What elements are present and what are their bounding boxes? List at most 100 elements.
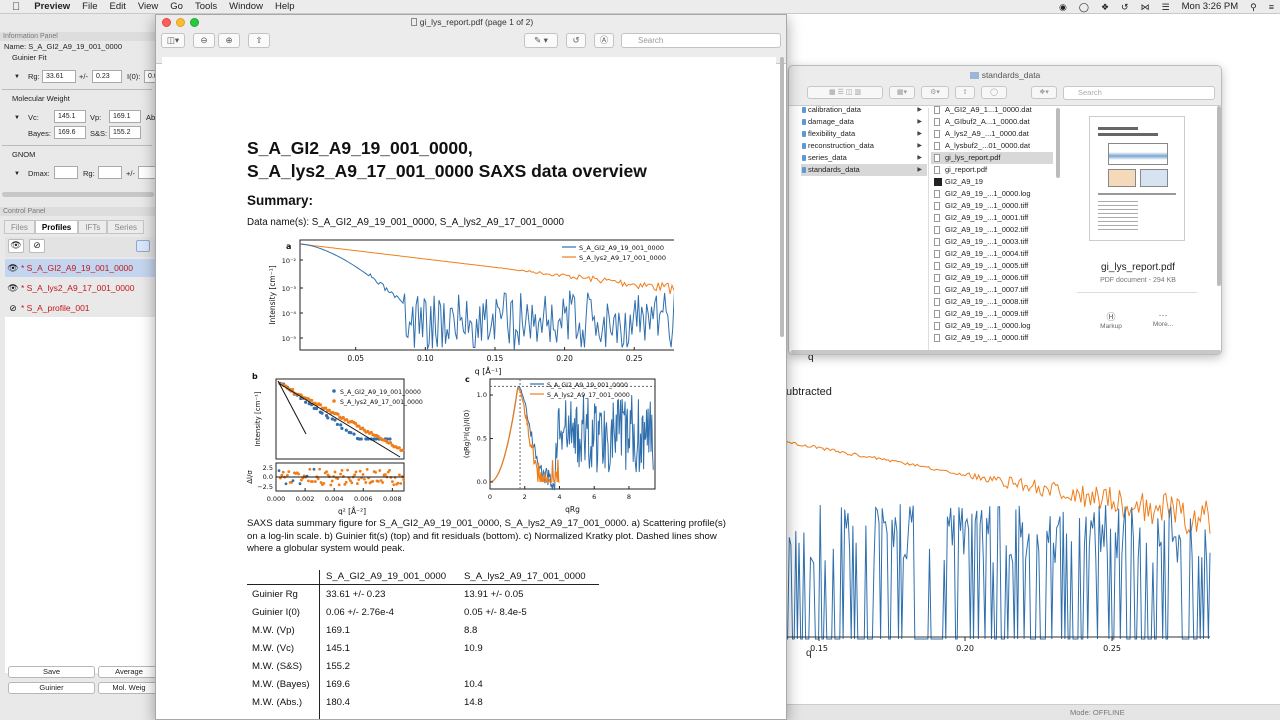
markup-button[interactable]: Ⓗ Markup: [1091, 310, 1131, 330]
menu-app-name[interactable]: Preview: [28, 0, 76, 14]
background-intensity-plot[interactable]: 0.15 0.20 0.25: [786, 424, 1280, 684]
preview-scrollbar[interactable]: [780, 57, 784, 337]
select-all-icon[interactable]: [136, 240, 150, 252]
sync-status-icon[interactable]: ◯: [1073, 0, 1095, 14]
markup-pen-icon[interactable]: ✎ ▾: [524, 33, 558, 48]
spotlight-icon[interactable]: ⚲: [1244, 0, 1263, 14]
finder-file-item[interactable]: GI2_A9_19_...1_0007.tiff: [931, 284, 1053, 296]
profile-item[interactable]: ⊘ * S_A_profile_001: [5, 299, 156, 317]
mol-weight-button[interactable]: Mol. Weig: [98, 682, 156, 694]
tab-files[interactable]: Files: [4, 220, 35, 234]
mw-collapse-icon[interactable]: ▼: [14, 115, 20, 121]
gnom-collapse-icon[interactable]: ▼: [14, 171, 20, 177]
menu-file[interactable]: File: [76, 0, 103, 14]
more-button[interactable]: ⋯ More...: [1143, 310, 1183, 328]
finder-folder-item[interactable]: reconstruction_data ▶: [801, 140, 927, 152]
guinier-collapse-icon[interactable]: ▼: [14, 74, 20, 80]
apple-menu-icon[interactable]: : [0, 0, 28, 14]
finder-file-item[interactable]: GI2_A9_19: [931, 176, 1053, 188]
hidden-eye-icon[interactable]: ⊘: [5, 303, 21, 314]
finder-file-item[interactable]: GI2_A9_19_...1_0003.tiff: [931, 236, 1053, 248]
zoom-in-icon[interactable]: ⊕: [218, 33, 240, 48]
notification-center-icon[interactable]: ≡: [1263, 0, 1280, 14]
finder-hscrollbar[interactable]: [791, 350, 1221, 354]
visible-eye-icon[interactable]: 👁: [5, 283, 21, 294]
info-scrollbar[interactable]: [2, 192, 154, 197]
menu-view[interactable]: View: [132, 0, 164, 14]
save-button[interactable]: Save: [8, 666, 95, 678]
finder-folder-item[interactable]: flexibility_data ▶: [801, 128, 927, 140]
dropbox-icon[interactable]: ❖▾: [1031, 86, 1057, 99]
tab-ifts[interactable]: IFTs: [78, 220, 108, 234]
files-scrollbar[interactable]: [1056, 108, 1060, 178]
finder-file-item[interactable]: GI2_A9_19_...1_0000.log: [931, 320, 1053, 332]
dmax-field[interactable]: [54, 166, 78, 179]
gnom-rg-error-field[interactable]: [138, 166, 156, 179]
average-button[interactable]: Average: [98, 666, 156, 678]
profile-item[interactable]: 👁 * S_A_lys2_A9_17_001_0000: [5, 279, 156, 297]
finder-folder-item[interactable]: series_data ▶: [801, 152, 927, 164]
share-icon[interactable]: ⇧: [248, 33, 270, 48]
finder-file-item[interactable]: gi_lys_report.pdf: [931, 152, 1053, 164]
finder-file-item[interactable]: A_GIbuf2_A...1_0000.dat: [931, 116, 1053, 128]
tag-icon[interactable]: ◯: [981, 86, 1007, 99]
profile-item[interactable]: 👁 * S_A_GI2_A9_19_001_0000: [5, 259, 156, 277]
menu-help[interactable]: Help: [269, 0, 301, 14]
finder-file-item[interactable]: GI2_A9_19_...1_0009.tiff: [931, 308, 1053, 320]
bayes-field[interactable]: 169.6: [54, 126, 86, 139]
vc-field[interactable]: 145.1: [54, 110, 86, 123]
finder-search-input[interactable]: Search: [1063, 86, 1215, 100]
dropbox-icon[interactable]: ❖: [1095, 0, 1115, 14]
action-gear-icon[interactable]: ⚙▾: [921, 86, 949, 99]
menu-tools[interactable]: Tools: [189, 0, 223, 14]
finder-file-item[interactable]: GI2_A9_19_...1_0002.tiff: [931, 224, 1053, 236]
finder-file-item[interactable]: A_lysbuf2_...01_0000.dat: [931, 140, 1053, 152]
rg-error-field[interactable]: 0.23: [92, 70, 122, 83]
sidebar-toggle-icon[interactable]: ◫▾: [161, 33, 185, 48]
visible-eye-icon[interactable]: 👁: [5, 263, 21, 274]
annotate-icon[interactable]: Ⓐ: [594, 33, 614, 48]
record-status-icon[interactable]: ◉: [1053, 0, 1073, 14]
finder-file-item[interactable]: A_GI2_A9_1...1_0000.dat: [931, 104, 1053, 116]
finder-file-item[interactable]: GI2_A9_19_...1_0001.tiff: [931, 212, 1053, 224]
minimize-icon[interactable]: [176, 18, 185, 27]
finder-file-item[interactable]: GI2_A9_19_...1_0000.tiff: [931, 332, 1053, 344]
share-icon[interactable]: ⇧: [955, 86, 975, 99]
gnom-rg-field[interactable]: [98, 166, 122, 179]
close-icon[interactable]: [162, 18, 171, 27]
pdf-thumbnail[interactable]: [1089, 116, 1185, 241]
vp-field[interactable]: 169.1: [109, 110, 141, 123]
tab-series[interactable]: Series: [107, 220, 145, 234]
finder-file-item[interactable]: GI2_A9_19_...1_0000.tiff: [931, 200, 1053, 212]
finder-folder-item[interactable]: standards_data ▶: [801, 164, 927, 176]
view-mode-buttons[interactable]: ▦ ☰ ◫ ▥: [807, 86, 883, 99]
show-all-eye-icon[interactable]: 👁: [8, 239, 24, 253]
time-machine-icon[interactable]: ↺: [1115, 0, 1135, 14]
menu-go[interactable]: Go: [164, 0, 189, 14]
hide-all-eye-icon[interactable]: ⊘: [29, 239, 45, 253]
menu-clock[interactable]: Mon 3:26 PM: [1176, 0, 1245, 14]
finder-file-item[interactable]: gi_report.pdf: [931, 164, 1053, 176]
finder-file-item[interactable]: GI2_A9_19_...1_0000.log: [931, 188, 1053, 200]
zoom-out-icon[interactable]: ⊖: [193, 33, 215, 48]
finder-folder-item[interactable]: damage_data ▶: [801, 116, 927, 128]
finder-file-item[interactable]: GI2_A9_19_...1_0005.tiff: [931, 260, 1053, 272]
finder-vscrollbar[interactable]: [1217, 106, 1221, 286]
finder-folder-item[interactable]: calibration_data ▶: [801, 104, 927, 116]
menu-edit[interactable]: Edit: [103, 0, 131, 14]
rg-field[interactable]: 33.61: [42, 70, 76, 83]
bluetooth-icon[interactable]: ⋈: [1135, 0, 1156, 14]
wifi-icon[interactable]: ☰: [1156, 0, 1176, 14]
finder-file-item[interactable]: GI2_A9_19_...1_0004.tiff: [931, 248, 1053, 260]
group-button[interactable]: ▦▾: [889, 86, 915, 99]
ss-field[interactable]: 155.2: [109, 126, 141, 139]
guinier-button[interactable]: Guinier: [8, 682, 95, 694]
preview-search-input[interactable]: Search: [621, 33, 781, 48]
tab-profiles[interactable]: Profiles: [34, 220, 79, 234]
finder-file-item[interactable]: A_lys2_A9_...1_0000.dat: [931, 128, 1053, 140]
finder-file-item[interactable]: GI2_A9_19_...1_0006.tiff: [931, 272, 1053, 284]
zoom-icon[interactable]: [190, 18, 199, 27]
menu-window[interactable]: Window: [223, 0, 269, 14]
finder-file-item[interactable]: GI2_A9_19_...1_0008.tiff: [931, 296, 1053, 308]
rotate-icon[interactable]: ↺: [566, 33, 586, 48]
